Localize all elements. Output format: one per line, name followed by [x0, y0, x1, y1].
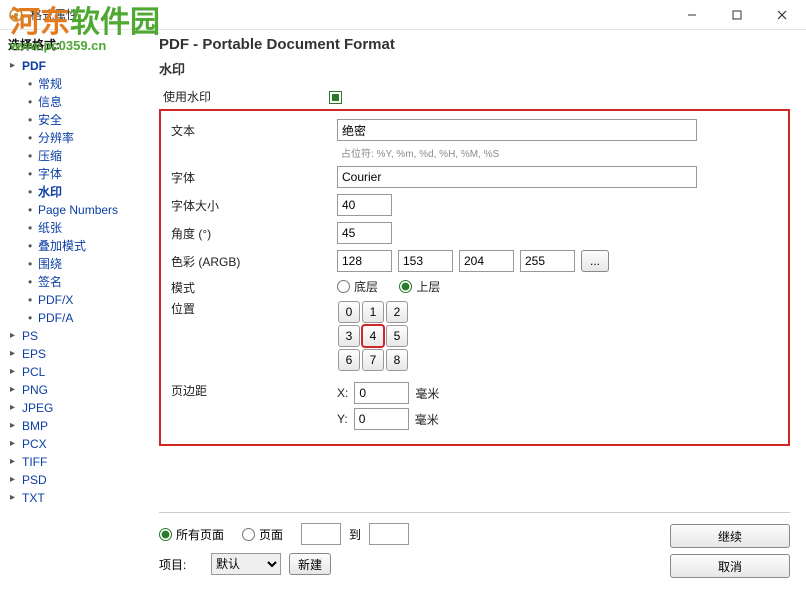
text-label: 文本 [167, 122, 337, 139]
tree-item[interactable]: TXT [22, 491, 45, 505]
use-watermark-checkbox[interactable] [329, 91, 342, 104]
placeholder-hint: 占位符: %Y, %m, %d, %H, %M, %S [341, 145, 780, 160]
sidebar: 选择格式: PDF 常规信息安全分辨率压缩字体水印 Page Numbers 纸张叠加… [0, 30, 145, 593]
mode-label: 模式 [167, 279, 337, 296]
minimize-button[interactable] [669, 0, 714, 29]
tree-item[interactable]: Page Numbers [38, 203, 118, 217]
margin-x-unit: 毫米 [415, 385, 439, 402]
page-to-input[interactable] [369, 523, 409, 545]
color-r-input[interactable] [398, 250, 453, 272]
position-3[interactable]: 3 [338, 325, 360, 347]
project-label: 项目: [159, 556, 211, 573]
tree-item[interactable]: TIFF [22, 455, 47, 469]
margin-x-label: X: [337, 386, 348, 400]
font-size-input[interactable] [337, 194, 392, 216]
tree-item[interactable]: 水印 [38, 185, 62, 199]
page-from-input[interactable] [301, 523, 341, 545]
tree-pdf[interactable]: PDF [22, 59, 46, 73]
tree-item[interactable]: PDF/A [38, 311, 73, 325]
app-icon [8, 7, 24, 23]
color-g-input[interactable] [459, 250, 514, 272]
use-watermark-label: 使用水印 [159, 88, 329, 105]
tree-item[interactable]: BMP [22, 419, 48, 433]
position-1[interactable]: 1 [362, 301, 384, 323]
font-size-label: 字体大小 [167, 197, 337, 214]
tree-item[interactable]: JPEG [22, 401, 53, 415]
tree-item[interactable]: PCX [22, 437, 47, 451]
tree-item[interactable]: 安全 [38, 113, 62, 127]
main-panel: PDF - Portable Document Format 水印 使用水印 文… [145, 30, 806, 593]
font-input[interactable] [337, 166, 697, 188]
watermark-settings-box: 文本 占位符: %Y, %m, %d, %H, %M, %S 字体 字体大小 角… [159, 109, 790, 446]
cancel-button[interactable]: 取消 [670, 554, 790, 578]
tree-item[interactable]: PS [22, 329, 38, 343]
margin-label: 页边距 [167, 382, 337, 399]
tree-item[interactable]: 字体 [38, 167, 62, 181]
tree-item[interactable]: 压缩 [38, 149, 62, 163]
window-title: 格式属性 [30, 6, 669, 23]
new-button[interactable]: 新建 [289, 553, 331, 575]
tree-item[interactable]: 信息 [38, 95, 62, 109]
tree-item[interactable]: PCL [22, 365, 45, 379]
maximize-button[interactable] [714, 0, 759, 29]
mode-top-radio[interactable]: 上层 [399, 278, 440, 295]
position-0[interactable]: 0 [338, 301, 360, 323]
position-5[interactable]: 5 [386, 325, 408, 347]
titlebar: 格式属性 [0, 0, 806, 30]
select-format-label: 选择格式: [8, 36, 139, 53]
margin-y-unit: 毫米 [415, 411, 439, 428]
position-8[interactable]: 8 [386, 349, 408, 371]
project-select[interactable]: 默认 [211, 553, 281, 575]
margin-y-input[interactable] [354, 408, 409, 430]
page-title: PDF - Portable Document Format [159, 36, 790, 53]
color-b-input[interactable] [520, 250, 575, 272]
position-7[interactable]: 7 [362, 349, 384, 371]
tree-item[interactable]: 签名 [38, 275, 62, 289]
color-picker-button[interactable]: ... [581, 250, 609, 272]
tree-item[interactable]: 常规 [38, 77, 62, 91]
angle-input[interactable] [337, 222, 392, 244]
mode-bottom-radio[interactable]: 底层 [337, 278, 378, 295]
tree-item[interactable]: PDF/X [38, 293, 73, 307]
position-2[interactable]: 2 [386, 301, 408, 323]
continue-button[interactable]: 继续 [670, 524, 790, 548]
close-button[interactable] [759, 0, 804, 29]
tree-item[interactable]: 分辨率 [38, 131, 74, 145]
margin-y-label: Y: [337, 412, 348, 426]
tree-item[interactable]: 围绕 [38, 257, 62, 271]
pages-to-label: 到 [349, 526, 361, 543]
font-label: 字体 [167, 169, 337, 186]
position-6[interactable]: 6 [338, 349, 360, 371]
tree-item[interactable]: 纸张 [38, 221, 62, 235]
section-title: 水印 [159, 59, 790, 78]
position-label: 位置 [167, 300, 337, 317]
margin-x-input[interactable] [354, 382, 409, 404]
color-a-input[interactable] [337, 250, 392, 272]
text-input[interactable] [337, 119, 697, 141]
tree-item[interactable]: EPS [22, 347, 46, 361]
color-label: 色彩 (ARGB) [167, 253, 337, 270]
tree-item[interactable]: PNG [22, 383, 48, 397]
angle-label: 角度 (°) [167, 225, 337, 242]
footer: 所有页面 页面 到 项目: 默认 新建 继续 取消 [159, 512, 790, 583]
tree-item[interactable]: 叠加模式 [38, 239, 86, 253]
pages-radio[interactable]: 页面 [242, 526, 283, 543]
position-grid: 012 345 678 [337, 300, 409, 372]
position-4[interactable]: 4 [362, 325, 384, 347]
tree-item[interactable]: PSD [22, 473, 47, 487]
all-pages-radio[interactable]: 所有页面 [159, 526, 224, 543]
